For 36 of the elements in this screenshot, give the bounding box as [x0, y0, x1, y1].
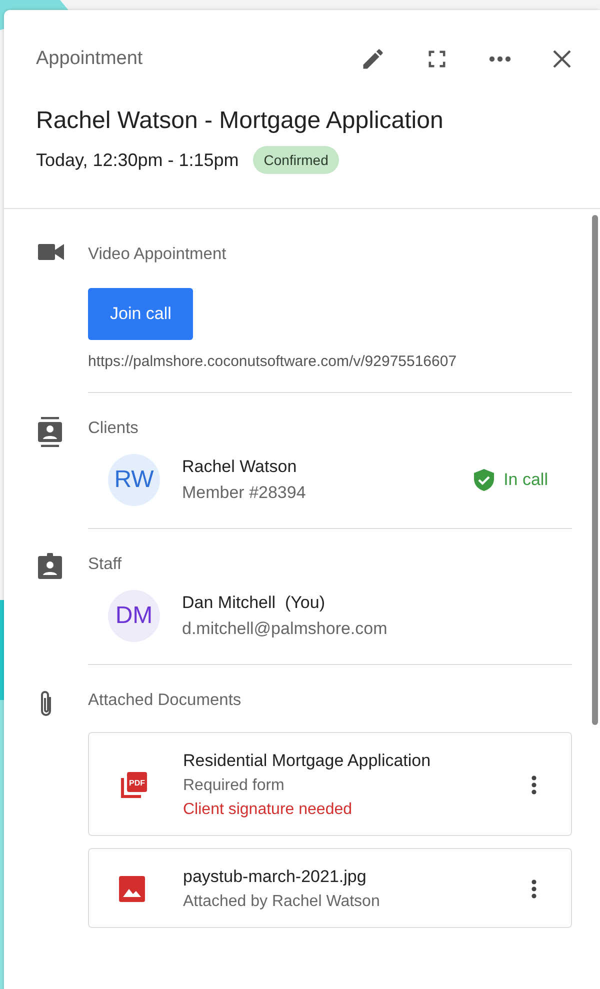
- section-heading: Clients: [88, 419, 140, 438]
- document-detail: Required form: [183, 777, 286, 795]
- more-icon[interactable]: [488, 55, 512, 63]
- document-card[interactable]: PDF Residential Mortgage Application Required form Client signature needed: [88, 732, 572, 836]
- person-detail: d.mitchell@palmshore.com: [182, 619, 388, 639]
- close-icon[interactable]: [552, 49, 572, 69]
- appointment-time: Today, 12:30pm - 1:15pm: [36, 150, 239, 170]
- person-name: Dan Mitchell (You): [182, 593, 326, 613]
- avatar-initials: DM: [108, 590, 160, 642]
- person-name: Rachel Watson: [182, 457, 298, 477]
- panel-label: Appointment: [36, 48, 143, 70]
- more-vertical-icon[interactable]: [531, 775, 537, 795]
- contacts-icon: [38, 417, 62, 447]
- scrollbar-thumb[interactable]: [592, 215, 598, 725]
- section-heading: Video Appointment: [88, 245, 228, 264]
- more-vertical-icon[interactable]: [531, 879, 537, 899]
- document-warning: Client signature needed: [183, 801, 354, 819]
- document-detail: Attached by Rachel Watson: [183, 893, 381, 911]
- image-icon: [119, 876, 145, 902]
- document-card[interactable]: paystub-march-2021.jpg Attached by Rachel Watson: [88, 848, 572, 928]
- document-name: Residential Mortgage Application: [183, 751, 432, 771]
- call-status: In call: [504, 470, 548, 490]
- document-name: paystub-march-2021.jpg: [183, 867, 368, 887]
- video-camera-icon: [38, 243, 64, 261]
- paperclip-icon: [38, 689, 54, 719]
- avatar-initials: RW: [108, 454, 160, 506]
- call-link[interactable]: https://palmshore.coconutsoftware.com/v/92975516607: [88, 353, 572, 370]
- join-call-button[interactable]: Join call: [88, 288, 194, 340]
- appointment-title: Rachel Watson - Mortgage Application: [36, 107, 444, 135]
- fullscreen-icon[interactable]: [426, 48, 448, 70]
- person-detail: Member #28394: [182, 483, 307, 503]
- badge-person-icon: [38, 553, 62, 579]
- shield-check-icon: [474, 469, 494, 491]
- status-badge: Confirmed: [252, 146, 340, 174]
- section-heading: Attached Documents: [88, 691, 242, 710]
- section-heading: Staff: [88, 555, 123, 574]
